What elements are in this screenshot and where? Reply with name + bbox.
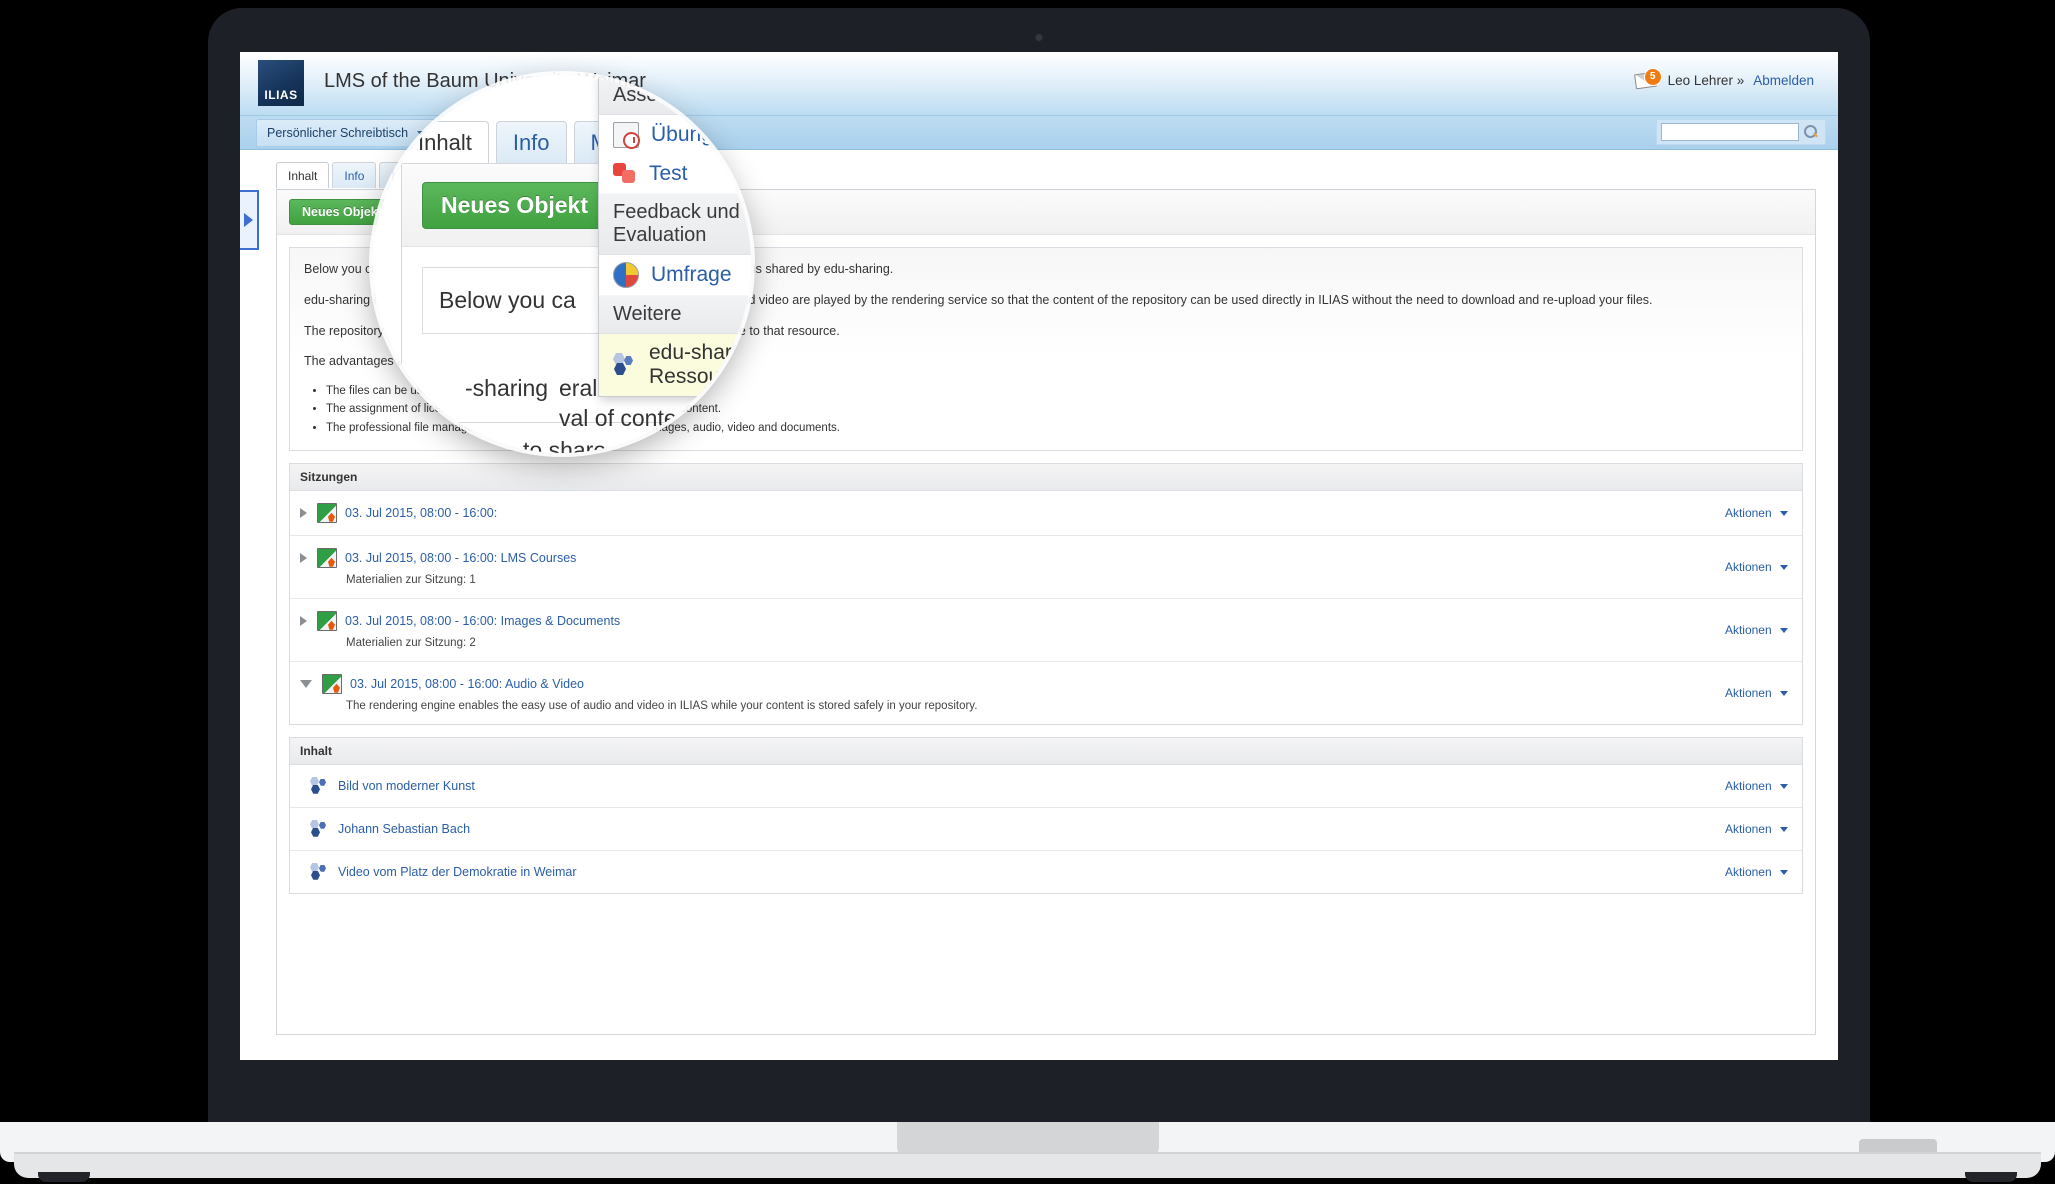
row-actions-label: Aktionen	[1724, 864, 1772, 879]
magnified-tab-info[interactable]: Info	[495, 121, 567, 163]
table-row: Video vom Platz der Demokratie in Weimar…	[290, 851, 1802, 893]
row-expander-icon[interactable]	[300, 552, 307, 563]
sessions-block: Sitzungen 03. Jul 2015, 08:00 - 16:00: A…	[289, 462, 1803, 725]
magnified-fragment-collaborate: to share and collaborate on specific c	[523, 437, 751, 453]
table-row: 03. Jul 2015, 08:00 - 16:00: LMS Courses…	[290, 536, 1802, 599]
magnified-fragment-content: val of content.	[559, 405, 703, 431]
chevron-right-icon	[244, 213, 253, 227]
magnified-new-object-menu: Assessment Übung Test Feedback und Evalu…	[598, 75, 751, 397]
uebung-icon	[613, 122, 640, 149]
chevron-down-icon	[1780, 827, 1788, 833]
tab-inhalt[interactable]: Inhalt	[276, 162, 330, 188]
session-link[interactable]: 03. Jul 2015, 08:00 - 16:00: Audio & Vid…	[350, 677, 584, 691]
menu-group-header-feedback: Feedback und Evaluation	[599, 193, 751, 255]
row-expander-icon[interactable]	[300, 507, 307, 518]
session-materials-count: Materialien zur Sitzung: 2	[346, 636, 476, 649]
search-box	[1656, 119, 1826, 145]
row-actions-menu[interactable]: Aktionen	[1725, 865, 1788, 879]
table-row: Johann Sebastian Bach Aktionen	[290, 808, 1802, 851]
umfrage-icon	[613, 262, 639, 288]
menu-item-label: edu-sharing-Ressource	[649, 341, 751, 388]
row-actions-label: Aktionen	[1724, 778, 1772, 793]
laptop-foot	[14, 1152, 2041, 1182]
menu-item-uebung[interactable]: Übung	[599, 115, 751, 155]
user-name: Leo Lehrer »	[1667, 72, 1745, 88]
chevron-down-icon	[1780, 628, 1788, 634]
menu-item-test[interactable]: Test	[599, 155, 751, 193]
row-actions-label: Aktionen	[1724, 505, 1772, 520]
edu-sharing-icon	[613, 353, 637, 377]
edu-sharing-icon	[310, 819, 330, 838]
magnifier-content: Inhalt Info Mitglie Neues Objekt Below y	[373, 75, 751, 453]
session-icon	[317, 502, 337, 523]
table-row: 03. Jul 2015, 08:00 - 16:00: Audio & Vid…	[290, 662, 1802, 724]
magnifier-lens: Inhalt Info Mitglie Neues Objekt Below y	[373, 75, 751, 453]
table-row: 03. Jul 2015, 08:00 - 16:00: Aktionen	[290, 491, 1802, 536]
chevron-down-icon	[1780, 870, 1788, 876]
menu-item-label: Übung	[651, 123, 713, 146]
menu-item-label: Umfrage	[651, 263, 732, 286]
session-icon	[317, 547, 337, 568]
chevron-down-icon	[1780, 784, 1788, 790]
tab-label: Inhalt	[288, 169, 318, 183]
contents-block: Inhalt Bild von moderner Kunst Aktionen	[289, 736, 1803, 894]
logout-link[interactable]: Abmelden	[1753, 73, 1814, 88]
session-icon	[322, 673, 342, 694]
magnified-fragment-sharing: -sharing	[465, 375, 549, 401]
chevron-down-icon	[1780, 691, 1788, 697]
mail-icon[interactable]: 5	[1633, 68, 1662, 90]
content-link[interactable]: Johann Sebastian Bach	[338, 822, 470, 836]
tab-info[interactable]: Info	[332, 162, 377, 188]
session-link[interactable]: 03. Jul 2015, 08:00 - 16:00: LMS Courses	[345, 551, 576, 565]
row-actions-menu[interactable]: Aktionen	[1725, 822, 1788, 836]
chevron-down-icon	[1780, 511, 1788, 517]
edu-sharing-icon	[310, 776, 330, 795]
row-expander-icon[interactable]	[300, 679, 312, 688]
contents-block-title: Inhalt	[290, 737, 1802, 765]
menu-item-label: Test	[649, 162, 688, 185]
row-expander-icon[interactable]	[300, 615, 307, 626]
row-actions-label: Aktionen	[1724, 559, 1772, 574]
session-icon	[317, 610, 337, 631]
session-description: The rendering engine enables the easy us…	[346, 699, 978, 712]
session-link[interactable]: 03. Jul 2015, 08:00 - 16:00:	[345, 506, 497, 520]
row-actions-menu[interactable]: Aktionen	[1725, 686, 1788, 700]
tab-label: Info	[512, 130, 550, 155]
content-link[interactable]: Video vom Platz der Demokratie in Weimar	[338, 865, 577, 879]
test-icon	[613, 162, 637, 186]
row-actions-menu[interactable]: Aktionen	[1725, 779, 1788, 793]
sidebar-expander-button[interactable]	[240, 190, 259, 250]
menu-group-header-weitere: Weitere	[599, 295, 751, 334]
menu-item-umfrage[interactable]: Umfrage	[599, 255, 751, 295]
content-link[interactable]: Bild von moderner Kunst	[338, 779, 475, 793]
search-icon[interactable]	[1803, 124, 1819, 140]
tab-label: Inhalt	[418, 130, 472, 155]
row-actions-menu[interactable]: Aktionen	[1725, 623, 1788, 637]
menu-item-edu-sharing-ressource[interactable]: edu-sharing-Ressource	[599, 334, 751, 396]
webcam-icon	[1035, 34, 1043, 41]
mail-badge-count: 5	[1643, 68, 1662, 86]
search-input[interactable]	[1661, 123, 1799, 141]
magnified-add-new-object-label: Neues Objekt	[441, 191, 588, 218]
menu-group-header-assessment: Assessment	[599, 76, 751, 115]
row-actions-label: Aktionen	[1724, 821, 1772, 836]
table-row: 03. Jul 2015, 08:00 - 16:00: Images & Do…	[290, 599, 1802, 662]
screenshot-stage: ILIAS LMS of the Baum University Weimar …	[0, 0, 2055, 1184]
session-link[interactable]: 03. Jul 2015, 08:00 - 16:00: Images & Do…	[345, 614, 620, 628]
chevron-down-icon	[1780, 565, 1788, 571]
edu-sharing-icon	[310, 862, 330, 881]
row-actions-label: Aktionen	[1724, 685, 1772, 700]
row-actions-menu[interactable]: Aktionen	[1725, 560, 1788, 574]
ilias-logo: ILIAS	[258, 60, 304, 106]
user-area: 5 Leo Lehrer » Abmelden	[1633, 68, 1814, 90]
session-materials-count: Materialien zur Sitzung: 1	[346, 573, 476, 586]
table-row: Bild von moderner Kunst Aktionen	[290, 765, 1802, 808]
magnified-tab-inhalt[interactable]: Inhalt	[401, 121, 489, 163]
tab-label: Info	[344, 169, 365, 183]
row-actions-label: Aktionen	[1724, 622, 1772, 637]
row-actions-menu[interactable]: Aktionen	[1725, 506, 1788, 520]
sessions-block-title: Sitzungen	[290, 463, 1802, 491]
